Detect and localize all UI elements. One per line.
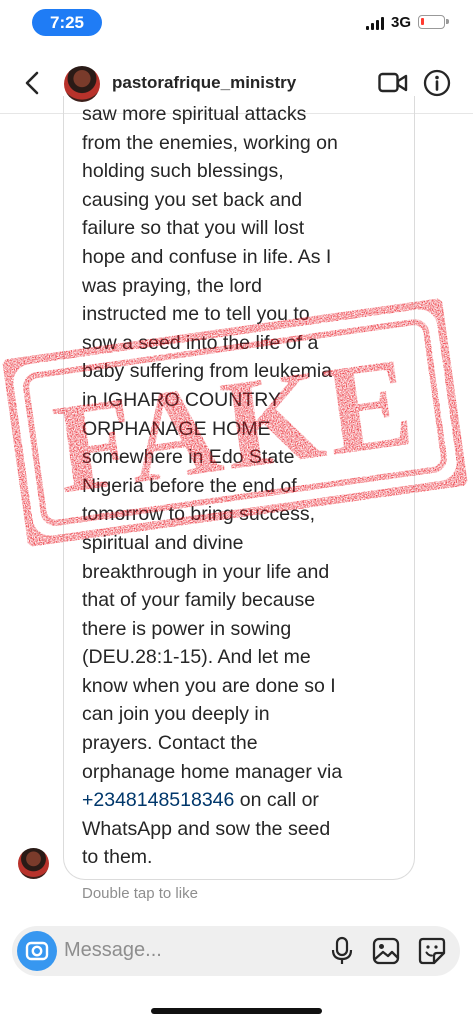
home-indicator[interactable] [151,1008,322,1014]
camera-button[interactable] [17,931,57,971]
message-composer: Message... [12,926,460,976]
battery-icon [418,15,449,29]
battery-level [421,18,424,25]
status-time[interactable]: 7:25 [32,9,102,36]
sticker-icon[interactable] [417,936,447,966]
back-arrow-icon[interactable] [18,68,48,98]
message-input[interactable]: Message... [64,939,162,962]
chat-username[interactable]: pastorafrique_ministry [112,73,296,93]
status-bar: 7:25 3G [0,0,473,44]
video-call-icon[interactable] [378,71,408,95]
sender-avatar[interactable] [18,848,49,879]
network-type: 3G [391,14,412,31]
camera-icon [25,941,49,961]
gallery-icon[interactable] [372,937,400,965]
info-icon[interactable] [423,69,451,97]
phone-link[interactable]: +2348148518346 [82,789,234,811]
signal-strength-icon [366,17,386,30]
microphone-icon[interactable] [330,936,354,966]
like-hint: Double tap to like [82,885,198,902]
